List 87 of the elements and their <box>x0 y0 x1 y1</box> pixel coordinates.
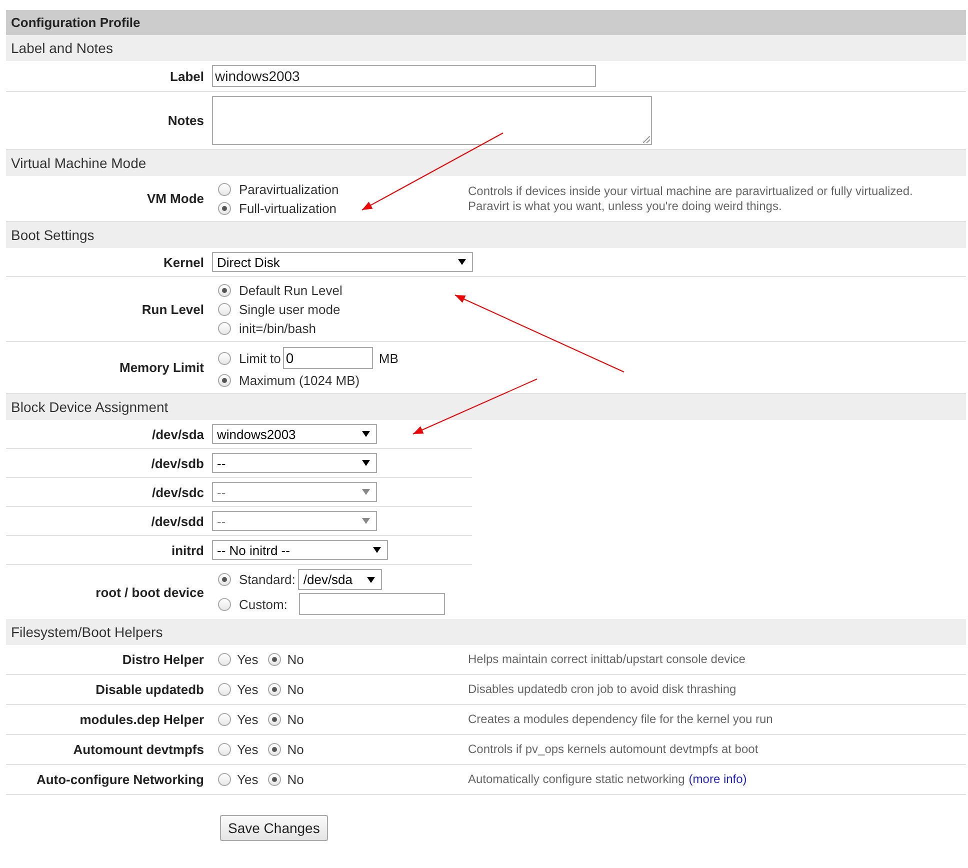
caret-icon <box>362 518 370 524</box>
option-label: Full-virtualization <box>239 200 337 216</box>
unit-label: MB <box>378 350 398 366</box>
caret-icon <box>362 489 370 495</box>
section-heading: Filesystem/Boot Helpers <box>6 619 966 645</box>
field-label: /dev/sda <box>152 426 204 442</box>
field-label: root / boot device <box>96 584 204 600</box>
radio-button[interactable] <box>268 653 282 666</box>
caret-icon <box>367 576 376 582</box>
field-label: /dev/sdb <box>151 456 204 470</box>
dropdown[interactable]: -- No initrd -- <box>212 540 388 560</box>
option-label: No <box>287 742 304 757</box>
field-label: /dev/sdc <box>152 484 204 500</box>
help-text: Controls if pv_ops kernels automount devtmpfs at boot <box>468 742 758 756</box>
option-label: init=/bin/bash <box>239 320 316 336</box>
radio-button[interactable] <box>218 202 231 214</box>
section-heading: Boot Settings <box>6 222 966 248</box>
help-text: Helps maintain correct inittab/upstart console device <box>468 652 746 666</box>
radio-button[interactable] <box>268 743 282 756</box>
help-text: Controls if devices inside your virtual machine are paravirtualized or fully virtualized. Paravirt is what you want, unless you're doing weird things. <box>468 184 913 212</box>
option-label: Yes <box>237 682 258 697</box>
radio-button[interactable] <box>218 284 231 296</box>
field-label: Run Level <box>142 302 204 316</box>
caret-icon <box>362 431 370 437</box>
radio-button[interactable] <box>218 773 231 786</box>
input-field[interactable] <box>299 593 446 615</box>
label-field[interactable]: windows2003 <box>212 65 596 87</box>
notes-field[interactable] <box>212 96 652 145</box>
radio-button[interactable] <box>268 773 282 786</box>
more-info-link[interactable]: (more info) <box>688 772 747 786</box>
radio-button[interactable] <box>218 302 231 316</box>
field-label: Auto-configure Networking <box>36 772 204 787</box>
help-text: Automatically configure static networking (more info) <box>468 772 747 786</box>
field-label: modules.dep Helper <box>80 712 204 727</box>
radio-button[interactable] <box>218 374 231 386</box>
field-label: initrd <box>172 542 204 558</box>
dropdown[interactable]: -- <box>212 453 377 473</box>
resize-grip-icon[interactable] <box>643 136 650 143</box>
help-text: Creates a modules dependency file for the kernel you run <box>468 712 773 726</box>
caret-icon <box>458 259 466 265</box>
dropdown[interactable]: windows2003 <box>212 424 377 444</box>
field-label: Automount devtmpfs <box>73 742 204 757</box>
radio-button[interactable] <box>218 182 231 196</box>
radio-button[interactable] <box>218 683 231 696</box>
caret-icon <box>373 547 381 553</box>
radio-button[interactable] <box>218 573 231 586</box>
option-label: No <box>287 682 304 697</box>
radio-button[interactable] <box>218 653 231 666</box>
input-field[interactable]: 0 <box>282 347 373 369</box>
option-label: Limit to <box>239 350 281 366</box>
radio-button[interactable] <box>218 352 231 364</box>
field-label: Kernel <box>164 254 204 270</box>
option-label: Yes <box>237 742 258 757</box>
option-label: Custom: <box>239 596 288 612</box>
caret-icon <box>362 460 370 466</box>
field-label: VM Mode <box>146 191 204 206</box>
option-label: Standard: <box>239 572 296 587</box>
radio-button[interactable] <box>268 683 282 696</box>
option-label: Paravirtualization <box>239 182 339 196</box>
help-text: Disables updatedb cron job to avoid disk thrashing <box>468 682 736 696</box>
radio-button[interactable] <box>218 713 231 726</box>
field-label: Distro Helper <box>122 652 204 667</box>
option-label: Maximum (1024 MB) <box>239 372 360 388</box>
field-label: Disable updatedb <box>96 682 204 697</box>
option-label: Default Run Level <box>239 282 342 298</box>
section-heading: Virtual Machine Mode <box>6 150 966 176</box>
option-label: Yes <box>237 772 258 787</box>
field-label: /dev/sdd <box>151 514 204 528</box>
section-heading: Label and Notes <box>6 35 966 61</box>
field-label: Label <box>170 68 204 84</box>
radio-button[interactable] <box>218 322 231 334</box>
section-heading: Block Device Assignment <box>6 394 966 420</box>
option-label: No <box>287 652 304 667</box>
radio-button[interactable] <box>218 598 231 610</box>
radio-button[interactable] <box>268 713 282 726</box>
option-label: Yes <box>237 652 258 667</box>
dropdown[interactable]: /dev/sda <box>298 569 382 590</box>
field-label: Memory Limit <box>119 360 204 375</box>
option-label: No <box>287 712 304 727</box>
option-label: Yes <box>237 712 258 727</box>
radio-button[interactable] <box>218 743 231 756</box>
option-label: No <box>287 772 304 787</box>
save-button[interactable]: Save Changes <box>220 815 328 841</box>
panel-title: Configuration Profile <box>6 10 966 35</box>
dropdown[interactable]: Direct Disk <box>212 252 473 272</box>
option-label: Single user mode <box>239 302 340 316</box>
field-label: Notes <box>168 113 204 128</box>
